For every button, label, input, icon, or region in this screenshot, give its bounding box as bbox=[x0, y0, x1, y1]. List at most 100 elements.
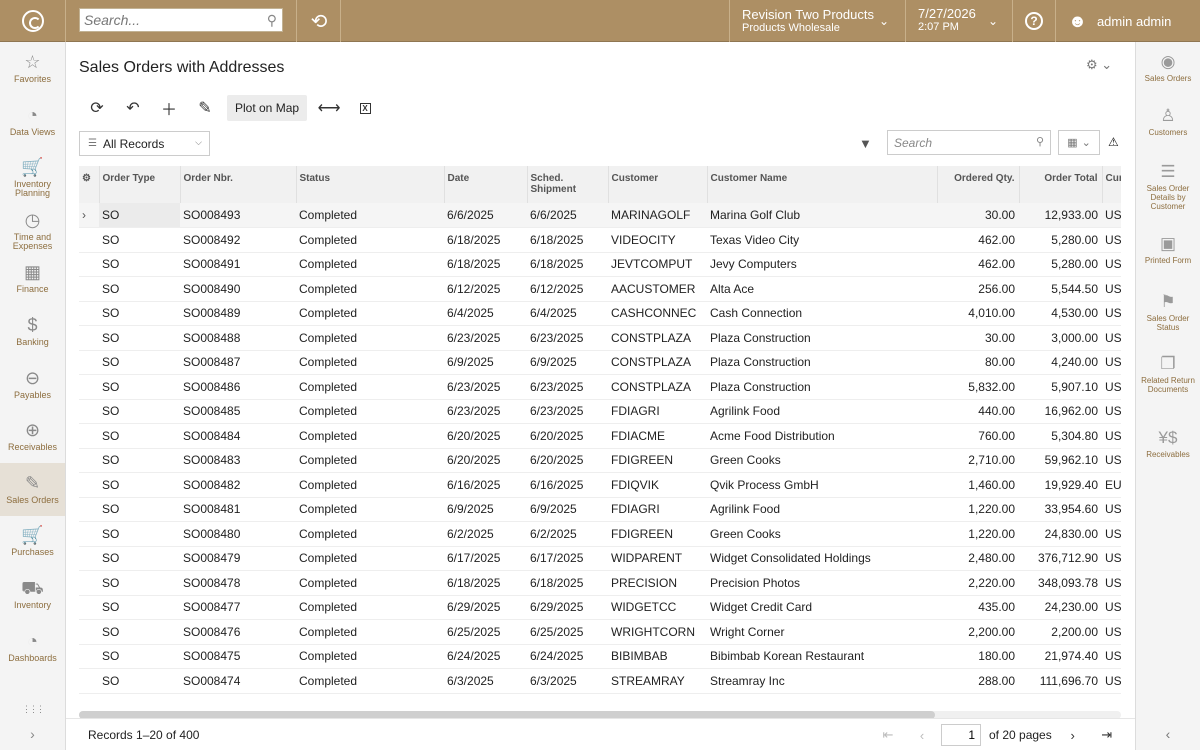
cell-order-nbr[interactable]: SO008492 bbox=[180, 227, 296, 253]
search-icon[interactable]: ⚲ bbox=[267, 12, 277, 29]
row-selector[interactable] bbox=[79, 325, 99, 351]
column-header-ordered-qty[interactable]: Ordered Qty. bbox=[937, 166, 1020, 203]
row-selector[interactable] bbox=[79, 423, 99, 449]
row-selector[interactable] bbox=[79, 497, 99, 522]
row-selector[interactable] bbox=[79, 276, 99, 302]
grid-search-input[interactable] bbox=[894, 135, 1029, 150]
cell-order-nbr[interactable]: SO008481 bbox=[180, 497, 296, 522]
table-row[interactable]: SO SO008487 Completed 6/9/2025 6/9/2025 CONST… bbox=[79, 350, 1121, 375]
column-header-status[interactable]: Status bbox=[296, 166, 445, 203]
cell-order-nbr[interactable]: SO008479 bbox=[180, 546, 296, 571]
table-row[interactable]: SO SO008479 Completed 6/17/2025 6/17/2025 WID… bbox=[79, 546, 1121, 571]
add-icon[interactable]: ＋ bbox=[151, 95, 187, 121]
row-selector[interactable] bbox=[79, 546, 99, 571]
cell-order-nbr[interactable]: SO008491 bbox=[180, 252, 296, 277]
nav-item-purchases[interactable]: 🛒 Purchases bbox=[0, 515, 65, 568]
column-header-date[interactable]: Date bbox=[444, 166, 528, 203]
cell-order-nbr[interactable]: SO008480 bbox=[180, 521, 296, 547]
column-header-order-type[interactable]: Order Type bbox=[99, 166, 181, 203]
cell-order-nbr[interactable]: SO008482 bbox=[180, 472, 296, 498]
nav-item-favorites[interactable]: ☆ Favorites bbox=[0, 42, 65, 95]
column-settings-icon[interactable]: ⚙ bbox=[79, 166, 100, 203]
logo-icon[interactable] bbox=[0, 0, 66, 42]
table-row[interactable]: SO SO008480 Completed 6/2/2025 6/2/2025 FDIGR… bbox=[79, 521, 1121, 547]
row-selector[interactable] bbox=[79, 521, 99, 547]
table-row[interactable]: SO SO008474 Completed 6/3/2025 6/3/2025 STREA… bbox=[79, 668, 1121, 694]
cell-order-nbr[interactable]: SO008478 bbox=[180, 570, 296, 596]
side-link-sales-order-status[interactable]: ⚑ Sales Order Status bbox=[1136, 292, 1200, 332]
row-selector[interactable] bbox=[79, 644, 99, 669]
first-page-icon[interactable]: ⇤ bbox=[871, 727, 905, 743]
screen-settings-icon[interactable]: ⚙ ⌄ bbox=[1086, 57, 1112, 73]
search-icon[interactable]: ⚲ bbox=[1036, 135, 1044, 148]
next-page-icon[interactable]: › bbox=[1056, 728, 1090, 743]
table-row[interactable]: SO SO008492 Completed 6/18/2025 6/18/2025 VID… bbox=[79, 227, 1121, 253]
tenant-selector[interactable]: Revision Two Products Products Wholesale… bbox=[730, 0, 905, 42]
nav-item-sales-orders[interactable]: ✎ Sales Orders bbox=[0, 462, 65, 516]
column-header-customer[interactable]: Customer bbox=[608, 166, 708, 203]
nav-item-banking[interactable]: $ Banking bbox=[0, 305, 65, 358]
business-date-selector[interactable]: 7/27/2026 2:07 PM ⌄ bbox=[906, 0, 1012, 42]
column-header-order-total[interactable]: Order Total bbox=[1019, 166, 1103, 203]
table-row[interactable]: SO SO008490 Completed 6/12/2025 6/12/2025 AAC… bbox=[79, 276, 1121, 302]
row-selector[interactable] bbox=[79, 374, 99, 400]
fit-columns-icon[interactable]: ⟷ bbox=[311, 95, 347, 121]
filter-select[interactable]: ☰ All Records ⌵ bbox=[79, 131, 210, 156]
side-link-customers[interactable]: ♙ Customers bbox=[1136, 106, 1200, 137]
column-header-sched-shipment[interactable]: Sched. Shipment bbox=[527, 166, 609, 203]
expand-nav-icon[interactable]: › bbox=[0, 726, 65, 742]
row-selector-icon[interactable]: › bbox=[79, 203, 99, 228]
nav-item-payables[interactable]: ⊖ Payables bbox=[0, 358, 65, 411]
side-link-receivables[interactable]: ¥$ Receivables bbox=[1136, 428, 1200, 459]
nav-item-inventory[interactable]: ⛟ Inventory bbox=[0, 568, 65, 621]
side-link-sales-order-details-by-customer[interactable]: ☰ Sales Order Details by Customer bbox=[1136, 162, 1200, 211]
cell-order-nbr[interactable]: SO008476 bbox=[180, 619, 296, 645]
row-selector[interactable] bbox=[79, 448, 99, 473]
table-row[interactable]: SO SO008491 Completed 6/18/2025 6/18/2025 JEV… bbox=[79, 252, 1121, 277]
edit-icon[interactable]: ✎ bbox=[187, 95, 223, 121]
table-row[interactable]: SO SO008485 Completed 6/23/2025 6/23/2025 FDI… bbox=[79, 399, 1121, 424]
table-row[interactable]: SO SO008476 Completed 6/25/2025 6/25/2025 WRI… bbox=[79, 619, 1121, 645]
side-link-sales-orders[interactable]: ◉ Sales Orders bbox=[1136, 52, 1200, 83]
nav-item-dashboards[interactable]: ◔ Dashboards bbox=[0, 621, 65, 674]
help-button[interactable]: ? bbox=[1013, 0, 1055, 42]
global-search[interactable]: ⚲ bbox=[79, 8, 283, 32]
table-row[interactable]: SO SO008478 Completed 6/18/2025 6/18/2025 PRE… bbox=[79, 570, 1121, 596]
column-header-customer-name[interactable]: Customer Name bbox=[707, 166, 938, 203]
table-row[interactable]: SO SO008488 Completed 6/23/2025 6/23/2025 CON… bbox=[79, 325, 1121, 351]
plot-on-map-button[interactable]: Plot on Map bbox=[227, 95, 308, 121]
cell-order-nbr[interactable]: SO008487 bbox=[180, 350, 296, 375]
cell-order-nbr[interactable]: SO008488 bbox=[180, 325, 296, 351]
row-selector[interactable] bbox=[79, 350, 99, 375]
row-selector[interactable] bbox=[79, 668, 99, 694]
cell-order-nbr[interactable]: SO008493 bbox=[180, 203, 296, 228]
table-row[interactable]: SO SO008484 Completed 6/20/2025 6/20/2025 FDI… bbox=[79, 423, 1121, 449]
cell-order-nbr[interactable]: SO008483 bbox=[180, 448, 296, 473]
side-link-printed-form[interactable]: ▣ Printed Form bbox=[1136, 234, 1200, 265]
grid-search[interactable]: ⚲ bbox=[887, 130, 1051, 155]
cell-order-nbr[interactable]: SO008477 bbox=[180, 595, 296, 620]
cell-order-nbr[interactable]: SO008474 bbox=[180, 668, 296, 694]
nav-item-receivables[interactable]: ⊕ Receivables bbox=[0, 410, 65, 463]
column-header-cur[interactable]: Cur bbox=[1102, 166, 1121, 203]
cell-order-nbr[interactable]: SO008489 bbox=[180, 301, 296, 326]
more-menu-icon[interactable]: ⋮⋮⋮ bbox=[0, 704, 65, 715]
nav-item-time-and-expenses[interactable]: ◷ Time and Expenses bbox=[0, 200, 65, 253]
cell-order-nbr[interactable]: SO008475 bbox=[180, 644, 296, 669]
cell-order-nbr[interactable]: SO008485 bbox=[180, 399, 296, 424]
nav-item-data-views[interactable]: ◔ Data Views bbox=[0, 95, 65, 148]
column-header-order-nbr[interactable]: Order Nbr. bbox=[180, 166, 297, 203]
warning-icon[interactable]: ⚠ bbox=[1108, 135, 1119, 149]
row-selector[interactable] bbox=[79, 301, 99, 326]
table-row[interactable]: › SO SO008493 Completed 6/6/2025 6/6/2025 MARI… bbox=[79, 203, 1121, 228]
table-row[interactable]: SO SO008486 Completed 6/23/2025 6/23/2025 CON… bbox=[79, 374, 1121, 400]
row-selector[interactable] bbox=[79, 252, 99, 277]
side-link-related-return-documents[interactable]: ❐ Related Return Documents bbox=[1136, 354, 1200, 394]
cell-order-nbr[interactable]: SO008486 bbox=[180, 374, 296, 400]
collapse-panel-icon[interactable]: ‹ bbox=[1136, 726, 1200, 742]
last-page-icon[interactable]: ⇥ bbox=[1090, 727, 1124, 743]
row-selector[interactable] bbox=[79, 399, 99, 424]
column-layout-button[interactable]: ▦ ⌄ bbox=[1058, 130, 1100, 155]
cell-order-nbr[interactable]: SO008484 bbox=[180, 423, 296, 449]
nav-item-finance[interactable]: ▦ Finance bbox=[0, 252, 65, 305]
